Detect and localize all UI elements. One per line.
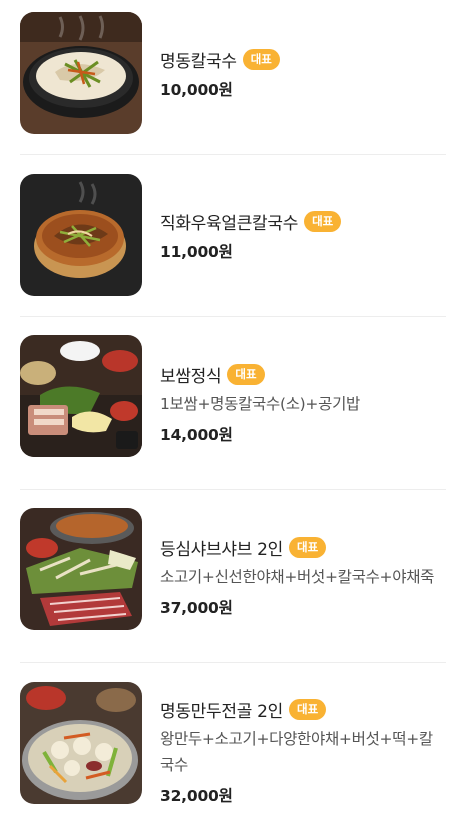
menu-item-name: 명동칼국수 (160, 51, 237, 72)
menu-item-price: 37,000원 (160, 599, 233, 617)
representative-badge: 대표 (289, 698, 327, 720)
menu-item-name: 명동만두전골 2인 (160, 701, 283, 722)
menu-item-title: 직화우육얼큰칼국수 대표 (160, 208, 446, 234)
menu-item-description: 왕만두+소고기+다양한야채+버섯+떡+칼국수 (160, 730, 433, 774)
menu-item-price: 11,000원 (160, 243, 233, 261)
representative-badge: 대표 (304, 210, 342, 232)
menu-item[interactable]: 직화우육얼큰칼국수 대표 11,000원 (20, 174, 446, 298)
menu-item[interactable]: 보쌈정식 대표 1보쌈+명동칼국수(소)+공기밥 14,000원 (20, 335, 446, 469)
menu-item-name: 직화우육얼큰칼국수 (160, 213, 299, 234)
menu-item-image (20, 682, 142, 804)
menu-item-price: 14,000원 (160, 426, 233, 444)
menu-item-title: 명동만두전골 2인 대표 (160, 696, 446, 722)
menu-item-name: 등심샤브샤브 2인 (160, 539, 283, 560)
menu-item-description: 1보쌈+명동칼국수(소)+공기밥 (160, 395, 360, 413)
menu-item-price: 10,000원 (160, 81, 233, 99)
menu-item-title: 보쌈정식 대표 (160, 361, 446, 387)
representative-badge: 대표 (289, 536, 327, 558)
menu-item-price: 32,000원 (160, 787, 233, 805)
menu-item-title: 명동칼국수 대표 (160, 46, 446, 72)
divider (20, 154, 446, 155)
menu-item-description: 소고기+신선한야채+버섯+칼국수+야채죽 (160, 568, 435, 586)
menu-item-image (20, 174, 142, 296)
menu-item-name: 보쌈정식 (160, 366, 222, 387)
menu-item-image (20, 12, 142, 134)
menu-item[interactable]: 등심샤브샤브 2인 대표 소고기+신선한야채+버섯+칼국수+야채죽 37,000… (20, 508, 446, 642)
menu-item[interactable]: 명동칼국수 대표 10,000원 (20, 12, 446, 136)
menu-item-image (20, 508, 142, 630)
menu-item[interactable]: 명동만두전골 2인 대표 왕만두+소고기+다양한야채+버섯+떡+칼국수 32,0… (20, 682, 446, 812)
divider (20, 489, 446, 490)
menu-item-image (20, 335, 142, 457)
menu-item-title: 등심샤브샤브 2인 대표 (160, 534, 446, 560)
divider (20, 662, 446, 663)
divider (20, 316, 446, 317)
representative-badge: 대표 (227, 363, 265, 385)
representative-badge: 대표 (242, 48, 280, 70)
